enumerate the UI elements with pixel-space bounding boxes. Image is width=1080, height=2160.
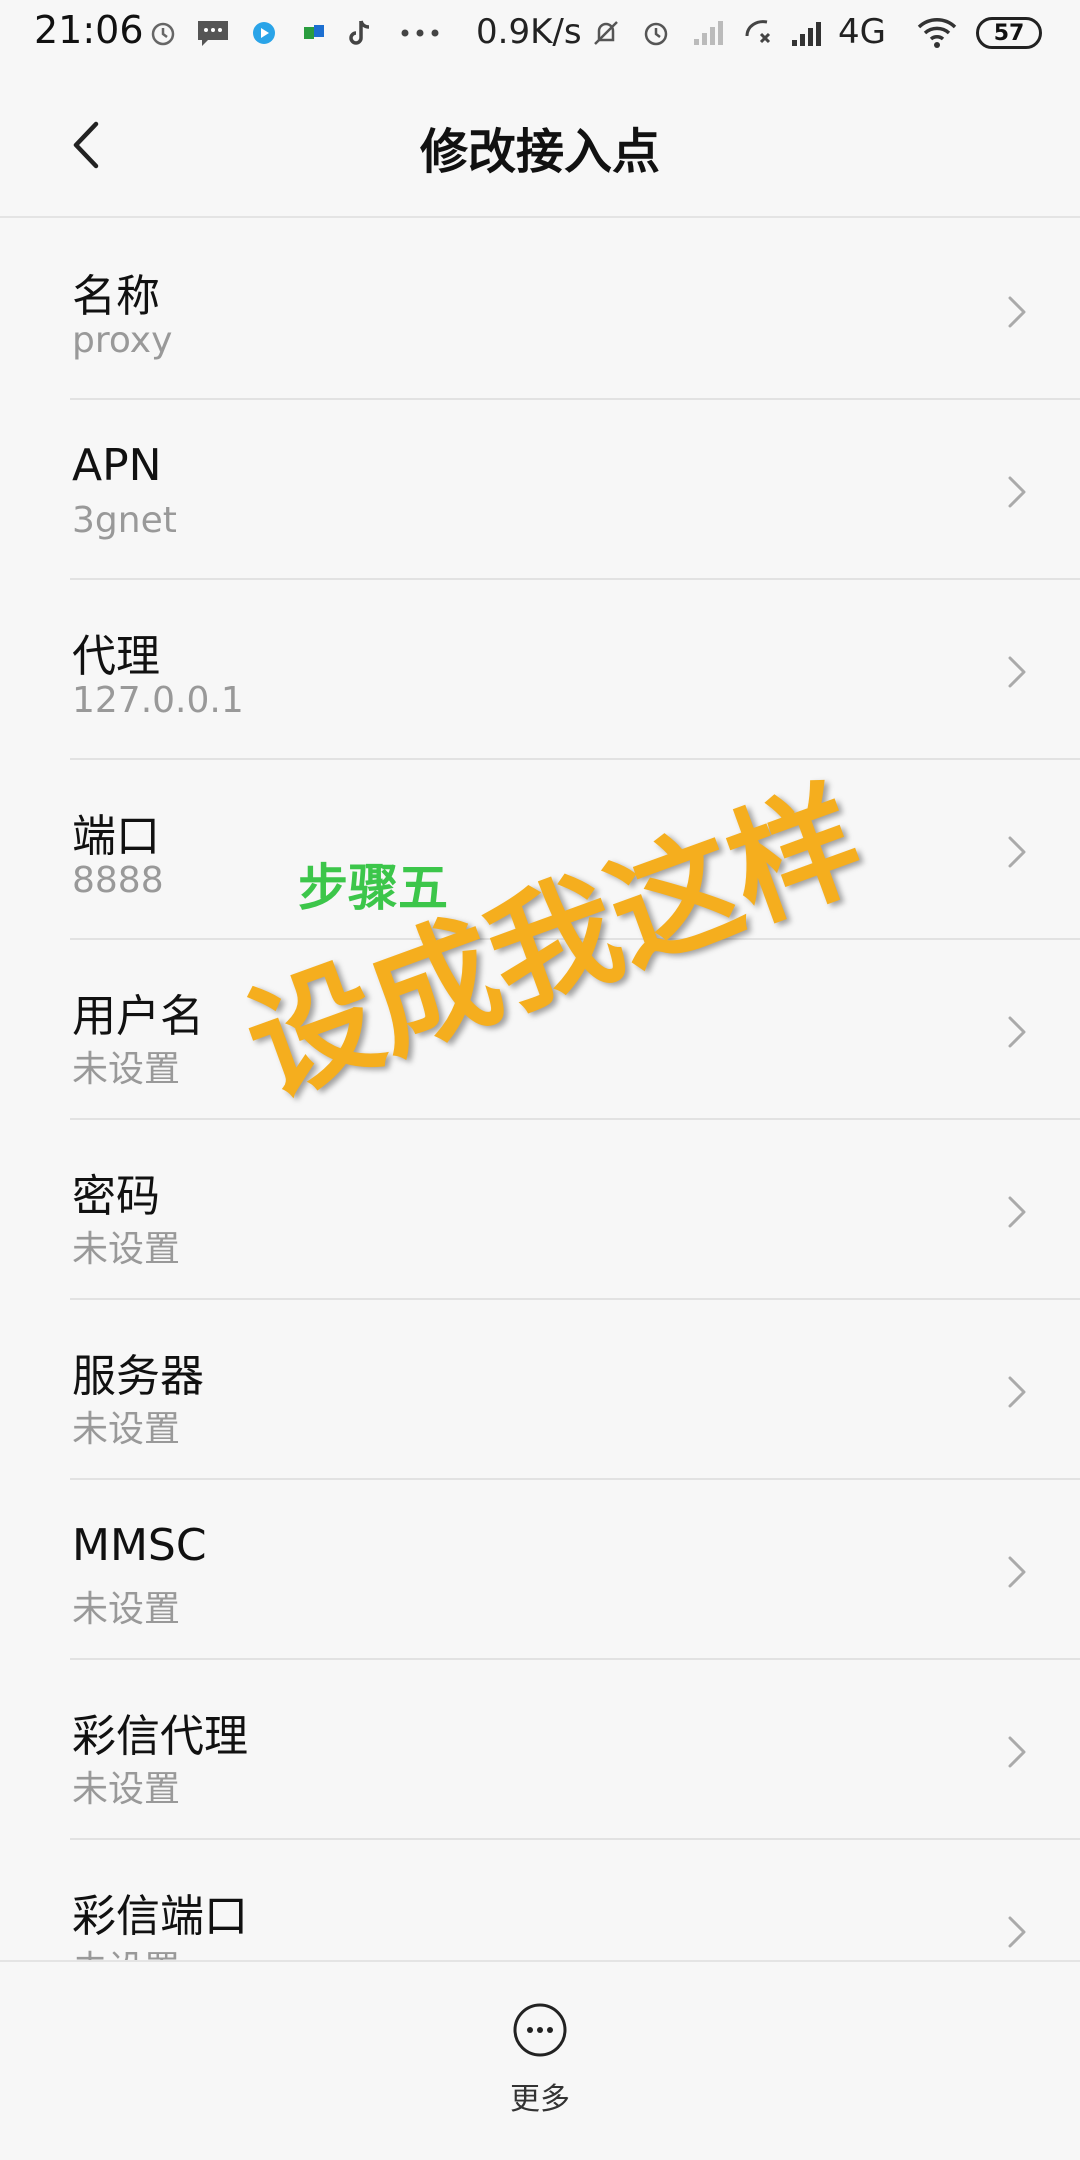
network-type: 4G	[838, 12, 886, 52]
item-value: 未设置	[72, 1940, 180, 1960]
item-value: proxy	[72, 320, 173, 361]
alarm-icon	[148, 14, 178, 52]
item-title: 密码	[72, 1171, 160, 1222]
chevron-right-icon	[1008, 1736, 1026, 1768]
item-value: 8888	[72, 860, 164, 901]
call-icon	[742, 14, 776, 52]
item-value: 3gnet	[72, 500, 177, 541]
page-title: 修改接入点	[419, 124, 660, 180]
chevron-right-icon	[1008, 1196, 1026, 1228]
item-title: 服务器	[72, 1351, 204, 1402]
chevron-right-icon	[1008, 1376, 1026, 1408]
mute-icon	[590, 14, 622, 52]
wifi-icon	[912, 14, 962, 52]
tiktok-icon	[346, 14, 374, 52]
chevron-right-icon	[1008, 836, 1026, 868]
app-icon	[250, 14, 278, 52]
chevron-right-icon	[1008, 296, 1026, 328]
chevron-right-icon	[1008, 1016, 1026, 1048]
list-item-mms-proxy[interactable]: 彩信代理 未设置	[0, 1660, 1080, 1840]
more-label: 更多	[510, 2082, 570, 2117]
network-speed: 0.9K/s	[476, 12, 582, 52]
more-dots-icon	[398, 14, 442, 52]
signal-icon	[788, 14, 832, 52]
alarm-icon	[640, 14, 672, 52]
item-value: 未设置	[72, 1229, 181, 1270]
item-value: 127.0.0.1	[72, 680, 244, 721]
more-icon	[513, 2003, 567, 2057]
list-item-server[interactable]: 服务器 未设置	[0, 1300, 1080, 1480]
status-bar: 21:06 0.9K/s 4G 57	[0, 0, 1080, 68]
item-title: 用户名	[72, 991, 204, 1042]
bottom-bar: 更多	[0, 1960, 1080, 2160]
more-button[interactable]: 更多	[490, 2002, 590, 2132]
chevron-right-icon	[1008, 476, 1026, 508]
list-item-password[interactable]: 密码 未设置	[0, 1120, 1080, 1300]
item-title: MMSC	[72, 1520, 207, 1571]
item-value: 未设置	[72, 1409, 181, 1450]
item-title: 端口	[72, 811, 160, 862]
apn-settings-list: 名称 proxy APN 3gnet 代理 127.0.0.1 端口 8888 …	[0, 220, 1080, 1960]
item-title: 彩信端口	[72, 1891, 248, 1942]
item-title: 代理	[72, 631, 160, 682]
chevron-right-icon	[1008, 656, 1026, 688]
list-item-mms-port[interactable]: 彩信端口 未设置	[0, 1840, 1080, 1960]
list-item-mmsc[interactable]: MMSC 未设置	[0, 1480, 1080, 1660]
chevron-right-icon	[1008, 1556, 1026, 1588]
item-title: APN	[72, 440, 162, 491]
list-item-proxy[interactable]: 代理 127.0.0.1	[0, 580, 1080, 760]
title-bar: 修改接入点	[0, 68, 1080, 218]
app-icon	[300, 14, 328, 52]
battery-indicator: 57	[976, 17, 1042, 49]
item-value: 未设置	[72, 1769, 181, 1810]
list-item-apn[interactable]: APN 3gnet	[0, 400, 1080, 580]
no-signal-icon	[690, 14, 730, 52]
message-icon	[196, 14, 230, 52]
item-value: 未设置	[72, 1049, 181, 1090]
list-item-name[interactable]: 名称 proxy	[0, 220, 1080, 400]
status-time: 21:06	[34, 8, 144, 52]
chevron-right-icon	[1008, 1916, 1026, 1948]
item-value: 未设置	[72, 1589, 181, 1630]
item-title: 彩信代理	[72, 1711, 248, 1762]
item-title: 名称	[72, 271, 160, 322]
